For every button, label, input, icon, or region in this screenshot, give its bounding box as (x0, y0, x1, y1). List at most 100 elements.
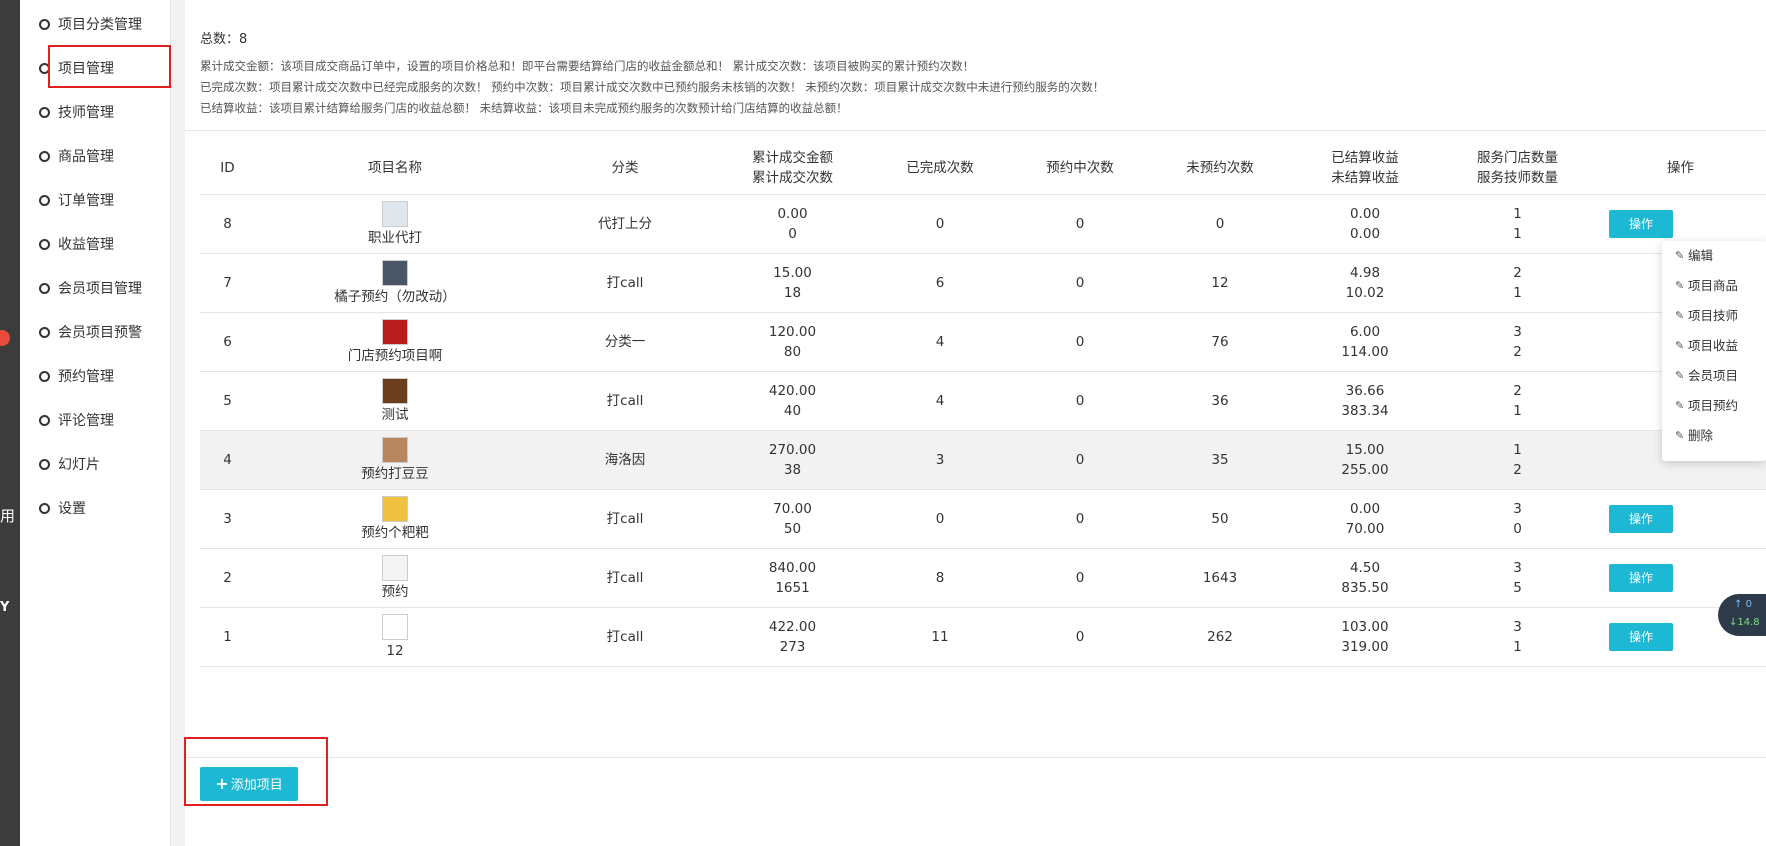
project-name: 预约 (381, 583, 409, 600)
cell-booking: 0 (1010, 253, 1150, 313)
cell-id: 3 (200, 489, 255, 549)
cell-name: 门店预约项目啊 (255, 312, 535, 372)
project-thumbnail (382, 554, 408, 581)
circle-icon (39, 326, 50, 338)
main-panel: 总数：8 累计成交金额：该项目成交商品订单中，设置的项目价格总和！即平台需要结算… (185, 0, 1766, 846)
circle-icon (39, 238, 50, 250)
cell-id: 7 (200, 253, 255, 313)
col-amount-count: 累计成交金额 累计成交次数 (715, 142, 870, 195)
project-name: 橘子预约（勿改动） (334, 288, 456, 305)
cell-name: 预约 (255, 548, 535, 608)
total-label: 总数： (200, 32, 240, 47)
operation-button[interactable]: 操作 (1609, 623, 1673, 651)
amount-value: 15.00 (773, 265, 812, 281)
sidebar-item-settings[interactable]: 设置 (20, 493, 170, 523)
dropdown-item[interactable]: ✎ 会员项目 (1662, 361, 1766, 391)
sidebar-item-reviews[interactable]: 评论管理 (20, 405, 170, 435)
techs-value: 5 (1513, 580, 1522, 596)
project-thumbnail (382, 259, 408, 286)
cell-amount-count: 420.00 40 (715, 371, 870, 431)
cell-amount-count: 270.00 38 (715, 430, 870, 490)
cell-service: 21 (1440, 371, 1595, 431)
sidebar-item-member-projects[interactable]: 会员项目管理 (20, 273, 170, 303)
cell-category: 分类一 (535, 312, 715, 372)
sidebar-item-label: 评论管理 (58, 413, 114, 429)
cell-booking: 0 (1010, 607, 1150, 667)
download-speed: ↓14.8 (1729, 617, 1760, 628)
cell-id: 6 (200, 312, 255, 372)
cell-done: 4 (870, 371, 1010, 431)
cell-service: 30 (1440, 489, 1595, 549)
dropdown-item[interactable]: ✎ 项目商品 (1662, 271, 1766, 301)
project-thumbnail (382, 200, 408, 227)
dropdown-item-label: 编辑 (1688, 248, 1714, 263)
dropdown-item[interactable]: ✎ 删除 (1662, 421, 1766, 451)
cell-amount-count: 840.00 1651 (715, 548, 870, 608)
cell-service: 32 (1440, 312, 1595, 372)
upload-speed-value: 0 (1745, 599, 1752, 610)
cell-earnings: 4.98 10.02 (1290, 253, 1440, 313)
cell-booking: 0 (1010, 371, 1150, 431)
project-thumbnail (382, 436, 408, 463)
pencil-icon: ✎ (1675, 399, 1685, 412)
techs-value: 1 (1513, 226, 1522, 242)
dropdown-item[interactable]: ✎ 项目收益 (1662, 331, 1766, 361)
circle-icon (39, 282, 50, 294)
cell-service: 21 (1440, 253, 1595, 313)
cell-amount-count: 120.00 80 (715, 312, 870, 372)
sidebar-item-member-alerts[interactable]: 会员项目预警 (20, 317, 170, 347)
dropdown-item[interactable]: ✎ 编辑 (1662, 241, 1766, 271)
pencil-icon: ✎ (1675, 339, 1685, 352)
sidebar-item-appointments[interactable]: 预约管理 (20, 361, 170, 391)
cell-service: 35 (1440, 548, 1595, 608)
sidebar-item-technicians[interactable]: 技师管理 (20, 97, 170, 127)
cell-service: 31 (1440, 607, 1595, 667)
sidebar-item-category[interactable]: 项目分类管理 (20, 9, 170, 39)
circle-icon (39, 370, 50, 382)
operation-button[interactable]: 操作 (1609, 210, 1673, 238)
amount-value: 270.00 (768, 442, 817, 458)
table-row: 3 预约个粑粑 打call 70.00 50 0 0 50 0.00 70.00 3 0 操作 (200, 489, 1766, 549)
operation-button[interactable]: 操作 (1609, 505, 1673, 533)
sidebar-item-earnings[interactable]: 收益管理 (20, 229, 170, 259)
cell-amount-count: 422.00 273 (715, 607, 870, 667)
stores-value: 3 (1513, 501, 1522, 517)
cell-booking: 0 (1010, 548, 1150, 608)
settled-value: 15.00 (1345, 442, 1385, 458)
sidebar-item-label: 收益管理 (58, 237, 114, 253)
cell-done: 3 (870, 430, 1010, 490)
amount-value: 422.00 (768, 619, 817, 635)
circle-icon (39, 18, 50, 30)
cell-earnings: 103.00 319.00 (1290, 607, 1440, 667)
table-row: 6 门店预约项目啊 分类一 120.00 80 4 0 76 6.00 114.00 3 2 (200, 312, 1766, 372)
sidebar-item-slides[interactable]: 幻灯片 (20, 449, 170, 479)
project-thumbnail (382, 613, 408, 640)
table-row: 8 职业代打 代打上分 0.00 0 0 0 0 0.00 0.00 1 1 操作 (200, 194, 1766, 254)
project-name: 门店预约项目啊 (347, 347, 443, 364)
settled-value: 6.00 (1349, 324, 1381, 340)
settled-value: 4.98 (1349, 265, 1381, 281)
sidebar-item-label: 幻灯片 (58, 457, 100, 473)
dropdown-item[interactable]: ✎ 项目技师 (1662, 301, 1766, 331)
network-speed-widget: ↑ 0 ↓14.8 (1718, 594, 1766, 636)
total-count: 总数：8 (200, 28, 247, 47)
description-line-3: 已结算收益：该项目累计结算给服务门店的收益总额！ 未结算收益：该项目未完成预约服… (200, 101, 848, 115)
total-value: 8 (239, 32, 248, 47)
cell-booking: 0 (1010, 489, 1150, 549)
download-speed-value: 14.8 (1737, 617, 1760, 628)
sidebar-item-orders[interactable]: 订单管理 (20, 185, 170, 215)
sidebar-item-goods[interactable]: 商品管理 (20, 141, 170, 171)
project-name: 预约打豆豆 (361, 465, 429, 482)
table-row: 1 12 打call 422.00 273 11 0 262 103.00 319.00 3 1 操作 (200, 607, 1766, 667)
cell-unbooked: 1643 (1150, 548, 1290, 608)
unsettled-value: 383.34 (1341, 403, 1389, 419)
circle-icon (39, 502, 50, 514)
unsettled-value: 319.00 (1341, 639, 1389, 655)
cell-amount-count: 0.00 0 (715, 194, 870, 254)
divider (185, 757, 1766, 758)
dropdown-item[interactable]: ✎ 项目预约 (1662, 391, 1766, 421)
operation-button[interactable]: 操作 (1609, 564, 1673, 592)
col-action: 操作 (1595, 142, 1766, 195)
settled-value: 0.00 (1349, 501, 1381, 517)
circle-icon (39, 106, 50, 118)
